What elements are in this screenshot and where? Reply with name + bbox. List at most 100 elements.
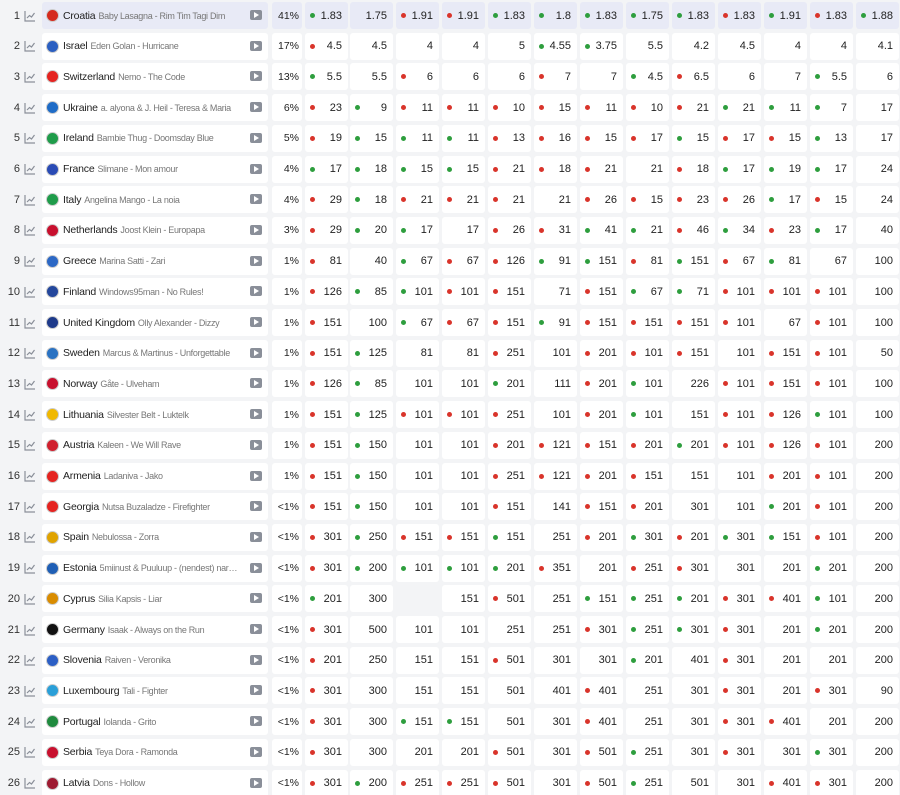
- odds-cell[interactable]: 151: [305, 431, 348, 459]
- table-row[interactable]: 19 Estonia 5miinust & Puuluup - (nendest) …: [0, 553, 900, 584]
- odds-cell[interactable]: 301: [810, 677, 853, 705]
- trend-chart-icon[interactable]: [22, 63, 38, 90]
- odds-cell[interactable]: 151: [396, 646, 439, 674]
- odds-cell[interactable]: 201: [764, 554, 807, 582]
- table-row[interactable]: 15 Austria Kaleen - We Will Rave 1% 151 150 10…: [0, 430, 900, 461]
- video-play-icon[interactable]: [250, 654, 262, 665]
- odds-cell[interactable]: 301: [718, 554, 761, 582]
- odds-cell[interactable]: 201: [488, 370, 531, 398]
- video-play-icon[interactable]: [250, 224, 262, 235]
- odds-cell[interactable]: 201: [442, 738, 485, 766]
- trend-chart-icon[interactable]: [22, 401, 38, 428]
- country-cell[interactable]: Lithuania Silvester Belt - Luktelk: [42, 401, 268, 429]
- odds-cell[interactable]: 201: [305, 585, 348, 613]
- odds-cell[interactable]: 251: [396, 769, 439, 795]
- odds-cell[interactable]: 4.2: [672, 32, 715, 60]
- odds-cell[interactable]: 251: [534, 523, 577, 551]
- odds-cell[interactable]: 1.83: [580, 2, 623, 29]
- odds-cell[interactable]: 4.1: [856, 32, 899, 60]
- odds-cell[interactable]: 251: [626, 677, 669, 705]
- odds-cell[interactable]: 126: [764, 401, 807, 429]
- odds-cell[interactable]: 101: [810, 462, 853, 490]
- video-play-icon[interactable]: [250, 102, 262, 113]
- odds-cell[interactable]: 300: [350, 585, 393, 613]
- odds-cell[interactable]: 18: [350, 155, 393, 183]
- odds-cell[interactable]: 6: [442, 63, 485, 91]
- video-play-icon[interactable]: [250, 439, 262, 450]
- odds-cell[interactable]: 251: [626, 616, 669, 643]
- odds-cell[interactable]: 150: [350, 493, 393, 521]
- table-row[interactable]: 12 Sweden Marcus & Martinus - Unforgettabl…: [0, 338, 900, 369]
- trend-chart-icon[interactable]: [22, 94, 38, 121]
- odds-cell[interactable]: 19: [305, 124, 348, 152]
- odds-cell[interactable]: 67: [810, 247, 853, 275]
- trend-chart-icon[interactable]: [22, 432, 38, 459]
- odds-cell[interactable]: 300: [350, 677, 393, 705]
- odds-cell[interactable]: 21: [718, 94, 761, 122]
- trend-chart-icon[interactable]: [22, 708, 38, 735]
- video-play-icon[interactable]: [250, 163, 262, 174]
- odds-cell[interactable]: 151: [672, 462, 715, 490]
- odds-cell[interactable]: 16: [534, 124, 577, 152]
- odds-cell[interactable]: 201: [488, 431, 531, 459]
- odds-cell[interactable]: 151: [442, 585, 485, 613]
- odds-cell[interactable]: 101: [810, 278, 853, 306]
- odds-cell[interactable]: 6: [488, 63, 531, 91]
- odds-cell[interactable]: 301: [810, 738, 853, 766]
- odds-cell[interactable]: 7: [764, 63, 807, 91]
- odds-cell[interactable]: 101: [396, 554, 439, 582]
- odds-cell[interactable]: 201: [626, 646, 669, 674]
- odds-cell[interactable]: 17: [810, 155, 853, 183]
- odds-cell[interactable]: 501: [488, 677, 531, 705]
- odds-cell[interactable]: 201: [764, 646, 807, 674]
- odds-cell[interactable]: 501: [488, 708, 531, 736]
- trend-chart-icon[interactable]: [22, 340, 38, 367]
- odds-cell[interactable]: 501: [488, 769, 531, 795]
- odds-cell[interactable]: 4.55: [534, 32, 577, 60]
- country-cell[interactable]: Israel Eden Golan - Hurricane: [42, 32, 268, 60]
- odds-cell[interactable]: 251: [534, 585, 577, 613]
- odds-cell[interactable]: 151: [488, 493, 531, 521]
- odds-cell[interactable]: 200: [856, 431, 899, 459]
- odds-cell[interactable]: 126: [305, 278, 348, 306]
- country-cell[interactable]: Ukraine a. alyona & J. Heil - Teresa & Ma…: [42, 94, 268, 122]
- odds-cell[interactable]: 151: [672, 401, 715, 429]
- odds-cell[interactable]: 46: [672, 216, 715, 244]
- odds-cell[interactable]: 251: [626, 554, 669, 582]
- odds-cell[interactable]: 7: [580, 63, 623, 91]
- table-row[interactable]: 18 Spain Nebulossa - Zorra <1% 301 250 151 151 1…: [0, 522, 900, 553]
- odds-cell[interactable]: 201: [764, 677, 807, 705]
- video-play-icon[interactable]: [250, 685, 262, 696]
- odds-cell[interactable]: 67: [396, 309, 439, 336]
- odds-cell[interactable]: 401: [580, 677, 623, 705]
- odds-cell[interactable]: 200: [350, 554, 393, 582]
- odds-cell[interactable]: 301: [534, 769, 577, 795]
- odds-cell[interactable]: 201: [810, 646, 853, 674]
- odds-cell[interactable]: 151: [626, 462, 669, 490]
- video-play-icon[interactable]: [250, 562, 262, 573]
- odds-cell[interactable]: 101: [718, 462, 761, 490]
- odds-cell[interactable]: 401: [672, 646, 715, 674]
- odds-cell[interactable]: 200: [856, 769, 899, 795]
- odds-cell[interactable]: 9: [350, 94, 393, 122]
- odds-cell[interactable]: 101: [442, 554, 485, 582]
- odds-cell[interactable]: 126: [488, 247, 531, 275]
- video-play-icon[interactable]: [250, 593, 262, 604]
- odds-cell[interactable]: 17: [856, 94, 899, 122]
- odds-cell[interactable]: 251: [626, 769, 669, 795]
- table-row[interactable]: 21 Germany Isaak - Always on the Run <1% 301…: [0, 614, 900, 645]
- country-cell[interactable]: Luxembourg Tali - Fighter: [42, 677, 268, 705]
- odds-cell[interactable]: 6: [718, 63, 761, 91]
- odds-cell[interactable]: 101: [626, 401, 669, 429]
- country-cell[interactable]: Portugal Iolanda - Grito: [42, 708, 268, 736]
- odds-cell[interactable]: 18: [672, 155, 715, 183]
- odds-cell[interactable]: 151: [488, 309, 531, 336]
- odds-cell[interactable]: 1.83: [718, 2, 761, 29]
- odds-cell[interactable]: 301: [718, 677, 761, 705]
- odds-cell[interactable]: 301: [672, 493, 715, 521]
- country-cell[interactable]: Armenia Ladaniva - Jako: [42, 462, 268, 490]
- table-row[interactable]: 14 Lithuania Silvester Belt - Luktelk 1% 151…: [0, 399, 900, 430]
- video-play-icon[interactable]: [250, 470, 262, 481]
- odds-cell[interactable]: 101: [442, 401, 485, 429]
- odds-cell[interactable]: 67: [764, 309, 807, 336]
